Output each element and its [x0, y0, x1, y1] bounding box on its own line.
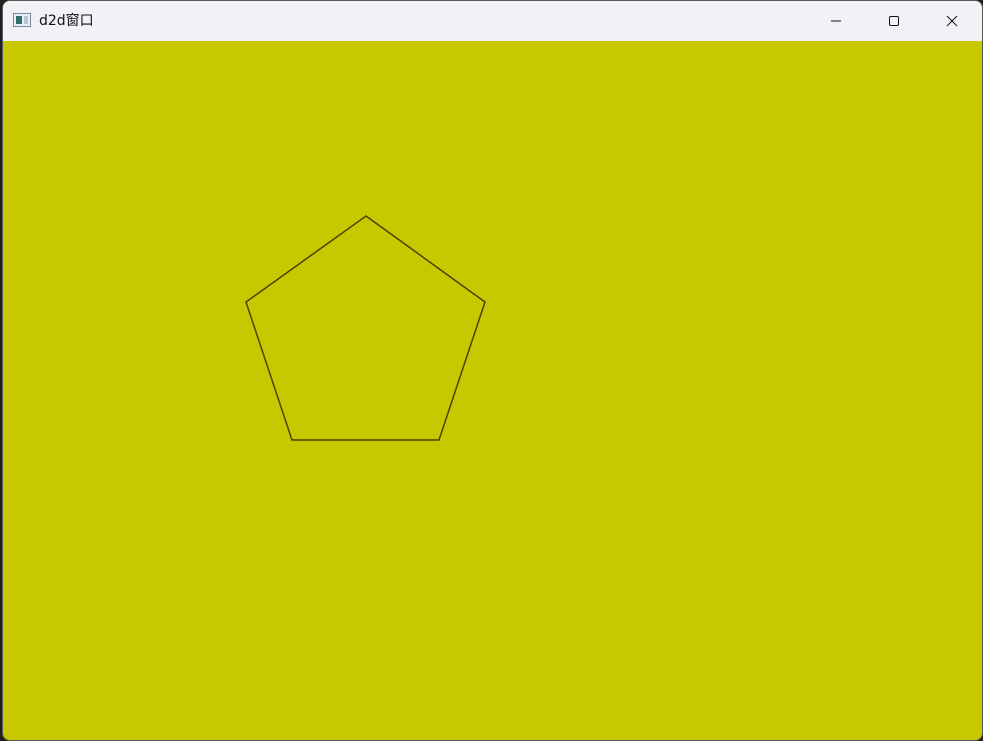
close-icon — [946, 15, 958, 27]
app-window: d2d窗口 — [2, 0, 983, 741]
app-window-icon — [13, 13, 31, 27]
drawing-canvas[interactable] — [3, 41, 982, 740]
maximize-button[interactable] — [865, 1, 923, 41]
close-button[interactable] — [923, 1, 981, 41]
canvas-drawing — [245, 215, 486, 441]
maximize-icon — [889, 16, 899, 26]
pentagon-shape — [245, 215, 486, 441]
window-title: d2d窗口 — [39, 13, 94, 29]
minimize-icon — [831, 20, 841, 22]
title-bar[interactable]: d2d窗口 — [3, 1, 982, 41]
minimize-button[interactable] — [807, 1, 865, 41]
